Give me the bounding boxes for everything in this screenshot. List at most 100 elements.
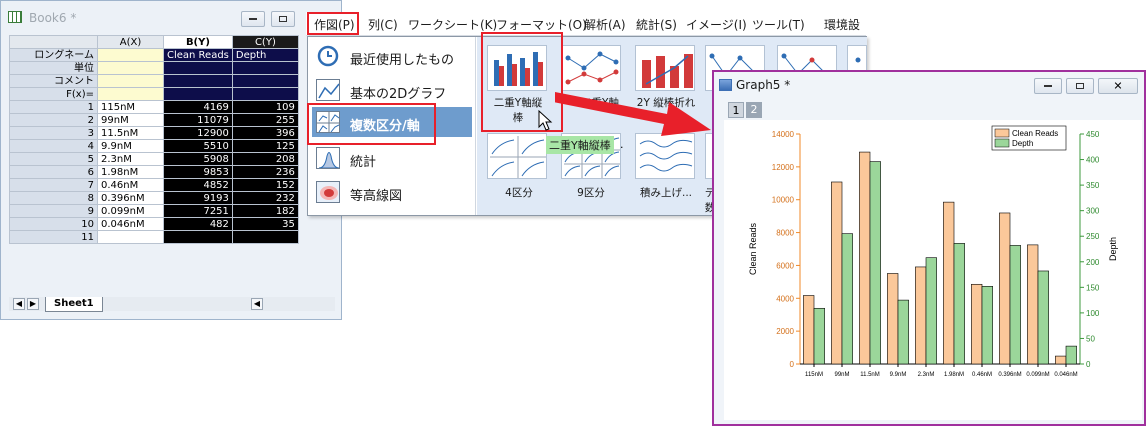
- column-header-c[interactable]: C(Y): [231, 35, 299, 49]
- category-statistics[interactable]: 統計: [312, 143, 472, 173]
- meta-cell[interactable]: Clean Reads: [163, 48, 233, 62]
- row-number[interactable]: 8: [9, 191, 98, 205]
- cell-a[interactable]: 115nM: [97, 100, 164, 114]
- menu-analysis[interactable]: 解析(A): [584, 16, 626, 33]
- cell-c[interactable]: 125: [231, 139, 299, 153]
- cell-c[interactable]: 109: [231, 100, 299, 114]
- menu-worksheet[interactable]: ワークシート(K): [408, 16, 497, 33]
- menu-column[interactable]: 列(C): [368, 16, 398, 33]
- meta-cell[interactable]: [97, 74, 164, 88]
- meta-cell[interactable]: [97, 61, 164, 75]
- cell-c[interactable]: 396: [231, 126, 299, 140]
- layer-tab-1[interactable]: 1: [728, 102, 744, 118]
- meta-cell[interactable]: [231, 74, 299, 88]
- cell-c[interactable]: 236: [231, 165, 299, 179]
- row-number[interactable]: 10: [9, 217, 98, 231]
- menu-image[interactable]: イメージ(I): [686, 16, 747, 33]
- row-number[interactable]: 1: [9, 100, 98, 114]
- left-tick-label: 8000: [776, 229, 794, 238]
- cell-a[interactable]: 1.98nM: [97, 165, 164, 179]
- hscroll-left-button[interactable]: ◀: [251, 298, 263, 310]
- x-tick-label: 0.046nM: [1054, 372, 1077, 378]
- row-number[interactable]: 4: [9, 139, 98, 153]
- cell-b[interactable]: 482: [163, 217, 233, 231]
- tile-4-panel[interactable]: [487, 133, 547, 179]
- cell-b[interactable]: 4169: [163, 100, 233, 114]
- row-number[interactable]: 11: [9, 230, 98, 244]
- cell-b[interactable]: 11079: [163, 113, 233, 127]
- x-tick-label: 2.3nM: [918, 372, 935, 378]
- cell-b[interactable]: 5908: [163, 152, 233, 166]
- cell-c[interactable]: 35: [231, 217, 299, 231]
- meta-label-comment: コメント: [9, 74, 98, 88]
- graph-maximize-button[interactable]: [1066, 78, 1094, 94]
- row-number[interactable]: 5: [9, 152, 98, 166]
- meta-cell[interactable]: [97, 87, 164, 101]
- cell-b[interactable]: 9853: [163, 165, 233, 179]
- meta-cell[interactable]: Depth: [231, 48, 299, 62]
- sheet-prev-button[interactable]: ◀: [13, 298, 25, 310]
- cell-a[interactable]: [97, 230, 164, 244]
- column-header-b[interactable]: B(Y): [163, 35, 233, 49]
- cell-c[interactable]: 208: [231, 152, 299, 166]
- category-label: 統計: [350, 155, 377, 170]
- category-basic-2d[interactable]: 基本の2Dグラフ: [312, 75, 472, 105]
- cell-b[interactable]: 4852: [163, 178, 233, 192]
- meta-cell[interactable]: [231, 87, 299, 101]
- row-number[interactable]: 7: [9, 178, 98, 192]
- x-tick-label: 115nM: [805, 372, 823, 378]
- sheet-next-button[interactable]: ▶: [27, 298, 39, 310]
- cell-a[interactable]: 11.5nM: [97, 126, 164, 140]
- tile-double-y[interactable]: [561, 45, 621, 91]
- cell-c[interactable]: 182: [231, 204, 299, 218]
- category-recent[interactable]: 最近使用したもの: [312, 41, 472, 71]
- menu-format[interactable]: フォーマット(O): [496, 16, 587, 33]
- cell-c[interactable]: 255: [231, 113, 299, 127]
- menu-statistics[interactable]: 統計(S): [636, 16, 677, 33]
- meta-cell[interactable]: [163, 87, 233, 101]
- cell-c[interactable]: [231, 230, 299, 244]
- cell-b[interactable]: 9193: [163, 191, 233, 205]
- cell-a[interactable]: 0.46nM: [97, 178, 164, 192]
- cell-a[interactable]: 0.046nM: [97, 217, 164, 231]
- cell-c[interactable]: 152: [231, 178, 299, 192]
- meta-cell[interactable]: [231, 61, 299, 75]
- table-row: 11: [9, 230, 299, 244]
- meta-cell[interactable]: [97, 48, 164, 62]
- row-number[interactable]: 6: [9, 165, 98, 179]
- cell-a[interactable]: 9.9nM: [97, 139, 164, 153]
- meta-cell[interactable]: [163, 74, 233, 88]
- menu-tools[interactable]: ツール(T): [752, 16, 805, 33]
- tile-2y-column-line[interactable]: [635, 45, 695, 91]
- left-tick-label: 0: [790, 360, 795, 369]
- row-number[interactable]: 3: [9, 126, 98, 140]
- bar-clean-reads: [887, 273, 899, 365]
- x-tick-label: 0.46nM: [972, 372, 992, 378]
- left-tick-label: 12000: [772, 163, 795, 172]
- bar-clean-reads: [971, 283, 983, 365]
- graph-minimize-button[interactable]: [1034, 78, 1062, 94]
- cell-a[interactable]: 2.3nM: [97, 152, 164, 166]
- layer-tab-2[interactable]: 2: [746, 102, 762, 118]
- x-tick-label: 0.396nM: [998, 372, 1021, 378]
- cell-a[interactable]: 0.396nM: [97, 191, 164, 205]
- column-header-a[interactable]: A(X): [97, 35, 164, 49]
- sheet-tab[interactable]: Sheet1: [45, 297, 103, 312]
- cell-b[interactable]: 12900: [163, 126, 233, 140]
- maximize-button[interactable]: [271, 11, 295, 27]
- cell-b[interactable]: 7251: [163, 204, 233, 218]
- cell-b[interactable]: 5510: [163, 139, 233, 153]
- row-number[interactable]: 2: [9, 113, 98, 127]
- meta-cell[interactable]: [163, 61, 233, 75]
- workbook-titlebar[interactable]: Book6 *: [1, 1, 341, 33]
- menu-preferences[interactable]: 環境設: [824, 16, 860, 33]
- cell-a[interactable]: 0.099nM: [97, 204, 164, 218]
- cell-a[interactable]: 99nM: [97, 113, 164, 127]
- graph-close-button[interactable]: ✕: [1098, 78, 1138, 94]
- minimize-button[interactable]: [241, 11, 265, 27]
- cell-c[interactable]: 232: [231, 191, 299, 205]
- category-contour[interactable]: 等高線図: [312, 177, 472, 207]
- corner-cell[interactable]: [9, 35, 98, 49]
- cell-b[interactable]: [163, 230, 233, 244]
- row-number[interactable]: 9: [9, 204, 98, 218]
